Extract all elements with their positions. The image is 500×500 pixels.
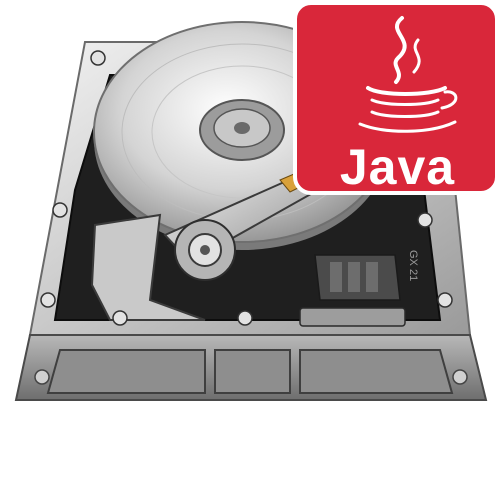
screw-icon (34, 369, 50, 385)
front-panel-segments (46, 349, 454, 394)
screw-icon (452, 369, 468, 385)
illustration: GX 21 Java (0, 0, 500, 500)
hard-disk-drive-icon: GX 21 (14, 1, 499, 401)
drive-label: GX 21 (407, 250, 419, 281)
java-logo-text: Java (339, 139, 456, 195)
